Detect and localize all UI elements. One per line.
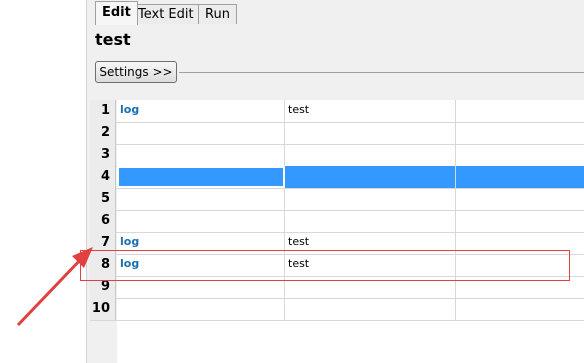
annotation-arrow (16, 247, 93, 327)
